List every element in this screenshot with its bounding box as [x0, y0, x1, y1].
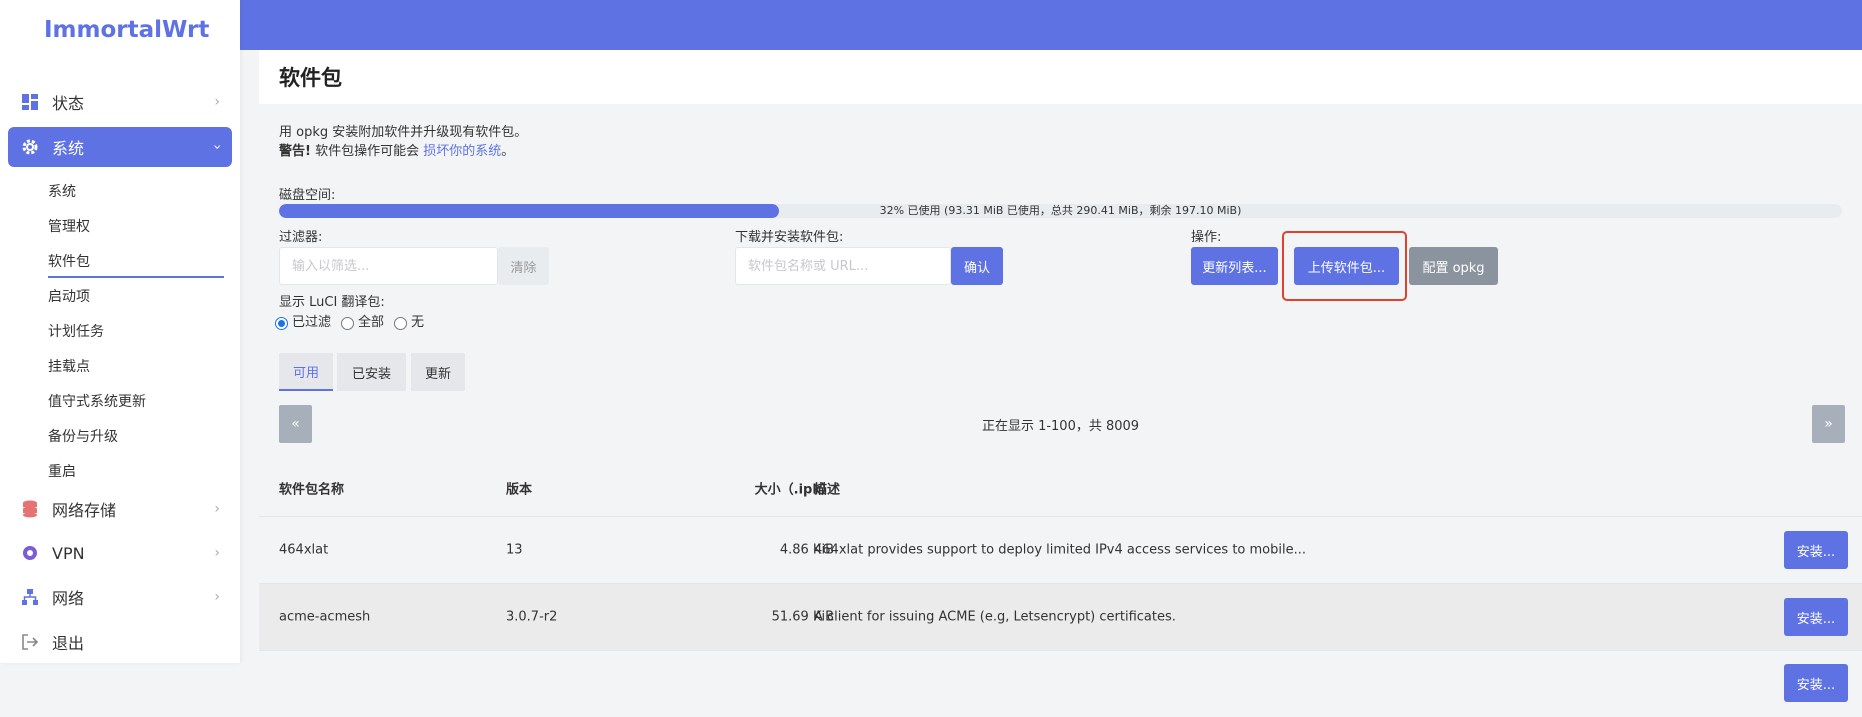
radio-label: 已过滤 — [292, 315, 332, 330]
disk-usage-text: 32% 已使用 (93.31 MiB 已使用，总共 290.41 MiB，剩余 … — [879, 204, 1242, 217]
database-icon — [20, 499, 40, 519]
submenu-item-software[interactable]: 软件包 — [48, 251, 224, 278]
radio-button[interactable] — [394, 317, 408, 330]
package-name: 464xlat — [279, 542, 329, 558]
vpn-icon — [20, 543, 40, 563]
sidebar-item-label: 状态 — [52, 94, 85, 113]
package-version: 3.0.7-r2 — [506, 609, 558, 625]
submenu-item-attendedsysupgrade[interactable]: 值守式系统更新 — [48, 391, 146, 411]
warning-text: 警告! 软件包操作可能会 损坏你的系统。 — [279, 140, 514, 159]
sidebar-item-label: 网络存储 — [52, 501, 117, 520]
translations-label: 显示 LuCI 翻译包: — [279, 295, 385, 310]
top-bar — [240, 0, 1862, 50]
submenu-item-mounts[interactable]: 挂载点 — [48, 356, 90, 376]
pager-status: 正在显示 1-100，共 8009 — [981, 419, 1140, 434]
sidebar-item-system[interactable]: 系统 › — [8, 127, 232, 167]
package-description: 464xlat provides support to deploy limit… — [814, 542, 1306, 558]
next-page-button[interactable]: » — [1812, 405, 1845, 443]
sidebar-item-label: 系统 — [52, 139, 85, 158]
submenu-item-reboot[interactable]: 重启 — [48, 461, 76, 481]
package-name: acme-acmesh — [279, 609, 371, 625]
page-title: 软件包 — [259, 50, 1862, 104]
tab-updates[interactable]: 更新 — [411, 353, 465, 391]
translations-radio-group: 已过滤 全部 无 — [275, 311, 434, 330]
chevron-down-icon: › — [209, 144, 226, 150]
sidebar: ImmortalWrt 状态 › 系统 › 系统 管理权 软件包 启动项 计划任… — [0, 0, 240, 663]
upload-package-button[interactable]: 上传软件包... — [1294, 247, 1399, 285]
intro-text: 用 opkg 安装附加软件并升级现有软件包。 — [279, 125, 528, 140]
warning-end: 。 — [501, 144, 515, 159]
package-version: 13 — [506, 542, 523, 558]
gear-icon — [20, 137, 40, 157]
package-description: A client for issuing ACME (e.g, Letsencr… — [814, 609, 1176, 625]
chevron-right-icon: › — [214, 94, 220, 110]
actions-label: 操作: — [1191, 230, 1222, 245]
brand-logo: ImmortalWrt — [44, 17, 210, 43]
warning-body: 软件包操作可能会 — [310, 144, 424, 159]
chevron-right-icon: › — [214, 545, 220, 561]
dashboard-icon — [20, 92, 40, 112]
submenu-item-backup[interactable]: 备份与升级 — [48, 426, 118, 446]
update-lists-button[interactable]: 更新列表... — [1191, 247, 1278, 285]
tab-available[interactable]: 可用 — [279, 353, 333, 391]
submenu-item-crontab[interactable]: 计划任务 — [48, 321, 104, 341]
submenu-item-startup[interactable]: 启动项 — [48, 286, 90, 306]
radio-button[interactable] — [275, 317, 288, 330]
configure-opkg-button[interactable]: 配置 opkg — [1409, 247, 1498, 285]
download-label: 下载并安装软件包: — [735, 230, 844, 245]
radio-label: 全部 — [358, 315, 385, 330]
install-button[interactable]: 安装... — [1784, 598, 1848, 636]
main-content: 用 opkg 安装附加软件并升级现有软件包。 警告! 软件包操作可能会 损坏你的… — [259, 104, 1862, 717]
sidebar-item-network[interactable]: 网络 › — [8, 577, 232, 617]
network-icon — [20, 587, 40, 607]
sidebar-item-nas[interactable]: 网络存储 › — [8, 489, 232, 529]
chevron-right-icon: › — [214, 589, 220, 605]
warning-link[interactable]: 损坏你的系统 — [423, 144, 501, 159]
filter-label: 过滤器: — [279, 230, 323, 245]
submenu-item-system[interactable]: 系统 — [48, 181, 76, 201]
table-header: 软件包名称 版本 大小（.ipk） 描述 — [259, 460, 1862, 516]
package-url-input[interactable] — [735, 247, 951, 285]
disk-usage-bar: 32% 已使用 (93.31 MiB 已使用，总共 290.41 MiB，剩余 … — [279, 204, 1842, 218]
table-row: 安装... — [259, 650, 1862, 717]
disk-space-label: 磁盘空间: — [279, 188, 336, 203]
sidebar-item-logout[interactable]: 退出 — [8, 622, 232, 662]
radio-all[interactable]: 全部 — [341, 311, 384, 330]
radio-none[interactable]: 无 — [394, 311, 424, 330]
install-button[interactable]: 安装... — [1784, 664, 1848, 702]
submenu-item-admin[interactable]: 管理权 — [48, 216, 90, 236]
column-header-version: 版本 — [506, 482, 533, 498]
radio-button[interactable] — [341, 317, 355, 330]
table-row: acme-acmesh 3.0.7-r2 51.69 KiB A client … — [259, 583, 1862, 650]
clear-filter-button[interactable]: 清除 — [498, 247, 549, 285]
sidebar-item-label: VPN — [52, 543, 85, 563]
column-header-name: 软件包名称 — [279, 482, 345, 498]
sidebar-item-vpn[interactable]: VPN › — [8, 533, 232, 573]
warning-label: 警告! — [279, 144, 311, 159]
sidebar-item-status[interactable]: 状态 › — [8, 82, 232, 122]
filter-input[interactable] — [279, 247, 498, 285]
radio-filtered[interactable]: 已过滤 — [275, 311, 331, 330]
install-button[interactable]: 安装... — [1784, 531, 1848, 569]
sidebar-item-label: 退出 — [52, 634, 85, 653]
logout-icon — [20, 632, 40, 652]
chevron-right-icon: › — [214, 501, 220, 517]
confirm-install-button[interactable]: 确认 — [951, 247, 1003, 285]
tab-installed[interactable]: 已安装 — [337, 353, 406, 391]
sidebar-item-label: 网络 — [52, 589, 85, 608]
table-row: 464xlat 13 4.86 KiB 464xlat provides sup… — [259, 516, 1862, 583]
column-header-description: 描述 — [814, 482, 841, 498]
radio-label: 无 — [411, 315, 425, 330]
